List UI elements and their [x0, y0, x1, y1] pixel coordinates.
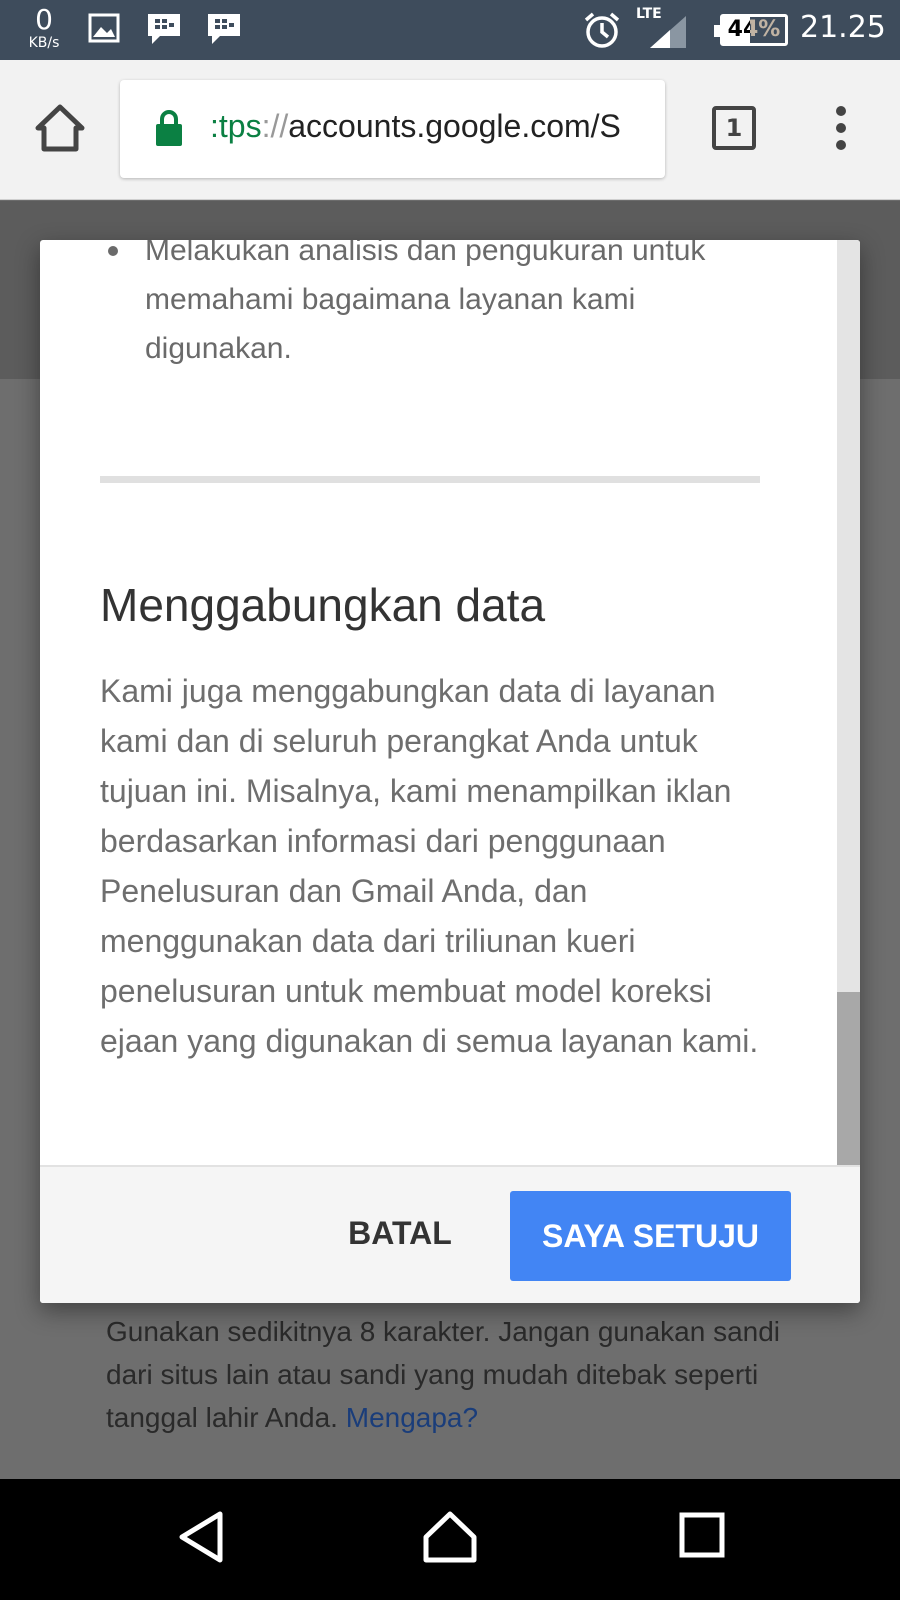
bbm-icon [148, 14, 180, 44]
network-speed-unit: KB/s [28, 35, 60, 51]
status-bar: 0 KB/s LTE 44% 21.25 [0, 0, 900, 60]
password-hint: Gunakan sedikitnya 8 karakter. Jangan gu… [106, 1310, 806, 1439]
scrollbar[interactable] [837, 240, 860, 1165]
battery-icon: 44% [714, 14, 788, 46]
bbm-icon [208, 14, 240, 44]
dialog-footer: BATAL SAYA SETUJU [40, 1165, 860, 1303]
signal-icon [650, 16, 686, 48]
agree-button[interactable]: SAYA SETUJU [510, 1191, 791, 1281]
why-link[interactable]: Mengapa? [346, 1402, 478, 1433]
scrollbar-thumb[interactable] [837, 992, 860, 1165]
section-title: Menggabungkan data [100, 579, 546, 631]
address-bar[interactable]: :tps://accounts.google.com/S [120, 80, 665, 178]
alarm-icon [584, 12, 620, 48]
url-text[interactable]: :tps://accounts.google.com/S [210, 108, 621, 145]
home-nav-icon[interactable] [422, 1509, 478, 1565]
overflow-menu-icon[interactable] [836, 106, 848, 150]
url-host: accounts.google.com/S [288, 108, 621, 144]
recents-icon[interactable] [678, 1511, 726, 1559]
list-item: Melakukan analisis dan pengukuran untuk … [108, 240, 785, 373]
home-icon[interactable] [34, 102, 86, 154]
url-separator: :// [261, 108, 289, 144]
gallery-icon [88, 13, 120, 43]
lock-icon [156, 110, 182, 146]
back-icon[interactable] [176, 1509, 226, 1565]
cancel-button[interactable]: BATAL [330, 1201, 470, 1265]
battery-percent: 44% [727, 17, 781, 42]
list-item-text: Melakukan analisis dan pengukuran untuk … [145, 240, 706, 365]
network-speed: 0 KB/s [22, 3, 66, 51]
network-speed-value: 0 [35, 3, 53, 36]
tab-switcher-button[interactable]: 1 [712, 106, 756, 150]
privacy-dialog: Melakukan analisis dan pengukuran untuk … [40, 240, 860, 1303]
navigation-bar [0, 1479, 900, 1600]
bullet-icon [108, 246, 118, 256]
url-scheme: :tps [210, 108, 262, 144]
dialog-content[interactable]: Melakukan analisis dan pengukuran untuk … [40, 240, 837, 1165]
section-body: Kami juga menggabungkan data di layanan … [100, 673, 759, 1059]
clock: 21.25 [800, 10, 886, 45]
divider [100, 476, 760, 483]
browser-toolbar: :tps://accounts.google.com/S 1 [0, 60, 900, 200]
